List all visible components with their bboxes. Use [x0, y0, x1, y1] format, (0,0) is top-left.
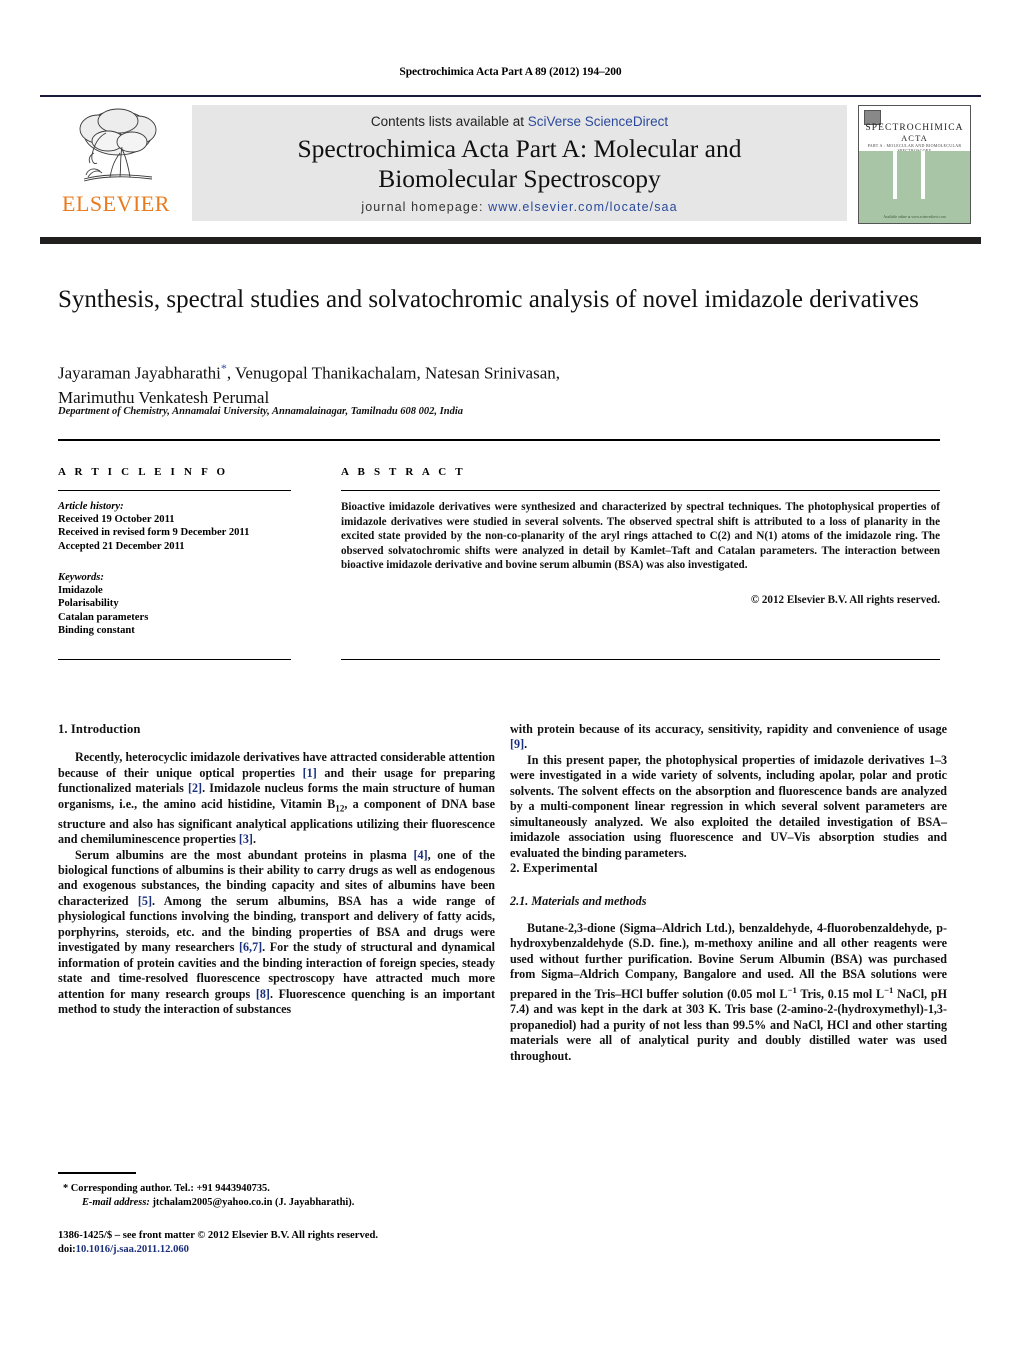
sciencedirect-link[interactable]: SciVerse ScienceDirect: [528, 114, 668, 129]
copyright-line: © 2012 Elsevier B.V. All rights reserved…: [750, 594, 940, 606]
journal-title-line1: Spectrochimica Acta Part A: Molecular an…: [297, 134, 742, 163]
abstract-rule: [341, 490, 940, 492]
affiliation: Department of Chemistry, Annamalai Unive…: [58, 406, 463, 417]
corresponding-author-note: * Corresponding author. Tel.: +91 944394…: [63, 1183, 270, 1194]
nacl-exponent: −1: [884, 984, 894, 995]
tris-exponent: −1: [787, 984, 797, 995]
cover-title-line1: SPECTROCHIMICA: [865, 123, 964, 133]
author-1: Jayaraman Jayabharathi: [58, 363, 221, 383]
cover-stripe-left: [893, 151, 897, 199]
right-p1-b: .: [524, 737, 528, 752]
author-4: Marimuthu Venkatesh Perumal: [58, 387, 270, 407]
citation-8[interactable]: [8]: [256, 987, 270, 1001]
keywords-label: Keywords:: [58, 572, 104, 583]
history-item-1: Received in revised form 9 December 2011: [58, 527, 250, 539]
exp-p1-b: Tris, 0.15 mol L: [796, 986, 885, 1001]
section-heading-experimental: 2. Experimental: [510, 861, 598, 876]
elsevier-tree-icon: [79, 108, 157, 182]
paragraph-right-2: In this present paper, the photophysical…: [510, 753, 947, 861]
cover-title-line2: ACTA: [901, 133, 928, 143]
journal-masthead: ELSEVIER Contents lists available at Sci…: [40, 100, 981, 224]
journal-title-line2: Biomolecular Spectroscopy: [378, 164, 661, 193]
contents-prefix: Contents lists available at: [370, 114, 528, 129]
email-attribution: (J. Jayabharathi).: [274, 1196, 355, 1208]
article-info-rule: [58, 490, 291, 492]
citation-3[interactable]: [3]: [239, 832, 253, 846]
elsevier-logo: ELSEVIER: [52, 103, 180, 223]
vitamin-b12-subscript: 12: [335, 803, 345, 814]
article-history-block: Article history: Received 19 October 201…: [58, 500, 308, 553]
email-link[interactable]: jtchalam2005@yahoo.co.in: [152, 1197, 272, 1208]
paragraph-experimental-1: Butane-2,3-dione (Sigma–Aldrich Ltd.), b…: [510, 921, 947, 1064]
keyword-0: Imidazole: [58, 585, 103, 597]
journal-homepage-line: journal homepage: www.elsevier.com/locat…: [192, 200, 847, 214]
article-history-label: Article history:: [58, 501, 124, 512]
keywords-block: Keywords: Imidazole Polarisability Catal…: [58, 571, 308, 637]
doi-link[interactable]: 10.1016/j.saa.2011.12.060: [76, 1244, 189, 1255]
abstract-text: Bioactive imidazole derivatives were syn…: [341, 501, 940, 572]
citation-9[interactable]: [9]: [510, 737, 524, 751]
journal-band: Contents lists available at SciVerse Sci…: [192, 105, 847, 221]
email-label: E-mail address:: [82, 1196, 150, 1208]
keyword-3: Binding constant: [58, 624, 135, 636]
email-note: E-mail address: jtchalam2005@yahoo.co.in…: [58, 1196, 498, 1210]
right-p1-a: with protein because of its accuracy, se…: [510, 722, 947, 736]
subsection-heading-materials-and-methods: 2.1. Materials and methods: [510, 893, 647, 908]
contents-line: Contents lists available at SciVerse Sci…: [192, 114, 847, 129]
issn-copyright-line: 1386-1425/$ – see front matter © 2012 El…: [58, 1230, 378, 1241]
citation-6-7[interactable]: [6,7]: [239, 940, 262, 954]
masthead-bottom-bar: [40, 237, 981, 244]
citation-1[interactable]: [1]: [303, 766, 317, 780]
citation-4[interactable]: [4]: [414, 848, 428, 862]
header-rule: [40, 95, 981, 97]
cover-footer-text: Available online at www.sciencedirect.co…: [883, 215, 946, 219]
abstract-heading: A B S T R A C T: [341, 466, 466, 478]
homepage-url-link[interactable]: www.elsevier.com/locate/saa: [488, 200, 678, 214]
journal-title: Spectrochimica Acta Part A: Molecular an…: [192, 134, 847, 194]
body-column-right: with protein because of its accuracy, se…: [510, 722, 947, 1064]
author-list: Jayaraman Jayabharathi*, Venugopal Thani…: [58, 356, 778, 410]
keyword-1: Polarisability: [58, 598, 119, 610]
paper-page: Spectrochimica Acta Part A 89 (2012) 194…: [0, 0, 1021, 1351]
keyword-2: Catalan parameters: [58, 611, 149, 623]
history-item-2: Accepted 21 December 2011: [58, 540, 185, 552]
compound-range: 1–3: [928, 752, 947, 767]
cover-artwork: Available online at www.sciencedirect.co…: [859, 151, 970, 223]
homepage-label: journal homepage:: [361, 200, 484, 214]
authors-rest: , Venugopal Thanikachalam, Natesan Srini…: [226, 363, 560, 383]
doi-line: doi:10.1016/j.saa.2011.12.060: [58, 1243, 518, 1257]
page-title: Synthesis, spectral studies and solvatoc…: [58, 286, 919, 313]
running-head: Spectrochimica Acta Part A 89 (2012) 194…: [399, 66, 622, 78]
journal-cover-thumbnail: SPECTROCHIMICA ACTA PART A : MOLECULAR A…: [858, 105, 971, 224]
footnote-block: * Corresponding author. Tel.: +91 944394…: [58, 1182, 498, 1209]
article-info-heading: A R T I C L E I N F O: [58, 466, 229, 478]
intro-p1-f: .: [252, 832, 256, 847]
paragraph-intro-1: Recently, heterocyclic imidazole derivat…: [58, 750, 495, 847]
history-item-0: Received 19 October 2011: [58, 514, 175, 526]
citation-2[interactable]: [2]: [188, 781, 202, 795]
paragraph-right-continuation: with protein because of its accuracy, se…: [510, 722, 947, 753]
right-p2-a: In this present paper, the photophysical…: [527, 752, 929, 767]
section-heading-introduction: 1. Introduction: [58, 722, 141, 736]
abstract-top-rule: [58, 439, 940, 441]
abstract-bottom-rule: [341, 659, 940, 661]
imprint-block: 1386-1425/$ – see front matter © 2012 El…: [58, 1229, 518, 1256]
citation-5[interactable]: [5]: [138, 894, 152, 908]
right-p2-b: were investigated in a wide variety of s…: [510, 768, 947, 860]
doi-label: doi:: [58, 1243, 76, 1255]
intro-p2-a: Serum albumins are the most abundant pro…: [75, 847, 414, 862]
article-info-bottom-rule: [58, 659, 291, 661]
paragraph-intro-2: Serum albumins are the most abundant pro…: [58, 848, 495, 1018]
body-column-left: 1. Introduction Recently, heterocyclic i…: [58, 722, 495, 1018]
cover-stripe-right: [921, 151, 925, 199]
footnote-rule: [58, 1172, 136, 1174]
elsevier-wordmark: ELSEVIER: [62, 191, 170, 216]
